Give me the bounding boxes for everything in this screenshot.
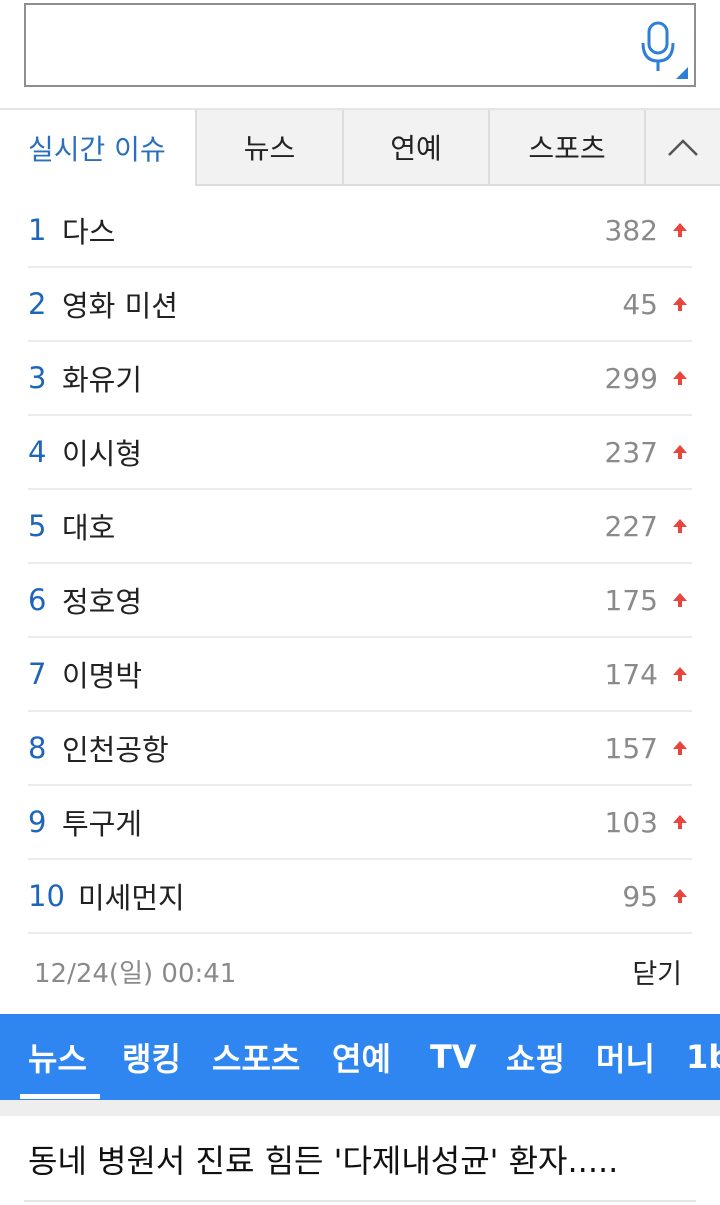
nav-item-sports[interactable]: 스포츠 (212, 1014, 300, 1100)
count-value: 103 (604, 805, 658, 839)
keyword-label: 투구게 (62, 807, 143, 841)
keyword-label: 대호 (62, 511, 116, 545)
list-item[interactable]: 2 영화 미션 45 (28, 268, 692, 342)
rank-number: 2 (28, 287, 47, 321)
arrow-up-icon (673, 445, 687, 459)
rank-number: 6 (28, 583, 47, 617)
divider (24, 1200, 696, 1202)
trending-list: 1 다스 382 2 영화 미션 45 3 화유기 299 4 이시형 2 3 7 … (28, 194, 692, 934)
list-item[interactable]: 9 투구게 103 (28, 786, 692, 860)
arrow-up-icon (673, 519, 687, 533)
arrow-up-icon (673, 741, 687, 755)
arrow-up-icon (673, 371, 687, 385)
list-item[interactable]: 6 정호영 175 (28, 564, 692, 638)
arrow-up-icon (673, 593, 687, 607)
keyword-label: 이시형 (62, 437, 143, 471)
list-item[interactable]: 5 대호 227 (28, 490, 692, 564)
arrow-up-icon (673, 223, 687, 237)
issue-tabs: 실시간 이슈 뉴스 연예 스포츠 (0, 110, 720, 186)
trending-footer: 12/24(일) 00:41 닫기 (28, 936, 692, 1006)
collapse-button[interactable] (644, 110, 720, 186)
nav-item-ranking[interactable]: 랭킹 (122, 1014, 181, 1100)
nav-item-tv[interactable]: TV (430, 1014, 477, 1100)
count-value: 157 (604, 731, 658, 765)
arrow-up-icon (673, 815, 687, 829)
arrow-up-icon (673, 889, 687, 903)
count-value: 95 (622, 879, 658, 913)
search-header (0, 0, 720, 110)
keyword-label: 화유기 (62, 363, 143, 397)
keyword-label: 인천공항 (62, 733, 169, 767)
arrow-up-icon (673, 297, 687, 311)
tab-sports[interactable]: 스포츠 (488, 110, 644, 186)
rank-number: 1 (28, 213, 47, 247)
rank-number: 5 (28, 509, 47, 543)
count-value: 227 (604, 509, 658, 543)
search-box[interactable] (24, 3, 696, 87)
arrow-up-icon (673, 667, 687, 681)
tab-realtime-issue[interactable]: 실시간 이슈 (0, 110, 195, 186)
tab-entertainment[interactable]: 연예 (342, 110, 488, 186)
list-item[interactable]: 3 화유기 299 (28, 342, 692, 416)
tab-news[interactable]: 뉴스 (195, 110, 342, 186)
rank-number: 3 (28, 361, 47, 395)
nav-item-entertainment[interactable]: 연예 (332, 1014, 391, 1100)
count-value: 174 (604, 657, 658, 691)
nav-item-1boon[interactable]: 1b (686, 1014, 720, 1100)
nav-item-news[interactable]: 뉴스 (28, 1014, 87, 1100)
count-value: 382 (604, 213, 658, 247)
count-value: 237 (604, 435, 658, 469)
count-value: 45 (622, 287, 658, 321)
keyword-label: 이명박 (62, 659, 143, 693)
count-value: 299 (604, 361, 658, 395)
corner-indicator-icon (676, 67, 688, 79)
section-divider (0, 1100, 720, 1116)
main-nav: 뉴스 랭킹 스포츠 연예 TV 쇼핑 머니 1b (0, 1014, 720, 1100)
list-item[interactable]: 1 다스 382 (28, 194, 692, 268)
chevron-up-icon (668, 139, 698, 156)
rank-number: 8 (28, 731, 47, 765)
keyword-label: 영화 미션 (62, 289, 178, 323)
nav-item-shopping[interactable]: 쇼핑 (506, 1014, 565, 1100)
keyword-label: 정호영 (62, 585, 143, 619)
news-headline[interactable]: 동네 병원서 진료 힘든 '다제내성균' 환자..... (28, 1136, 688, 1182)
list-item[interactable]: 4 이시형 237 (28, 416, 692, 490)
list-item[interactable]: 10 미세먼지 95 (28, 860, 692, 934)
rank-number: 4 (28, 435, 47, 469)
rank-number: 9 (28, 805, 47, 839)
timestamp: 12/24(일) 00:41 (34, 958, 237, 989)
microphone-icon[interactable] (638, 19, 678, 75)
nav-item-money[interactable]: 머니 (596, 1014, 655, 1100)
list-item[interactable]: 8 인천공항 157 (28, 712, 692, 786)
list-item[interactable]: 7 이명박 174 (28, 638, 692, 712)
count-value: 175 (604, 583, 658, 617)
close-button[interactable]: 닫기 (632, 952, 692, 991)
active-nav-indicator (20, 1094, 100, 1099)
search-input[interactable] (38, 15, 628, 75)
keyword-label: 미세먼지 (78, 881, 185, 915)
keyword-label: 다스 (62, 215, 116, 249)
rank-number: 10 (28, 879, 65, 913)
rank-number: 7 (28, 657, 47, 691)
